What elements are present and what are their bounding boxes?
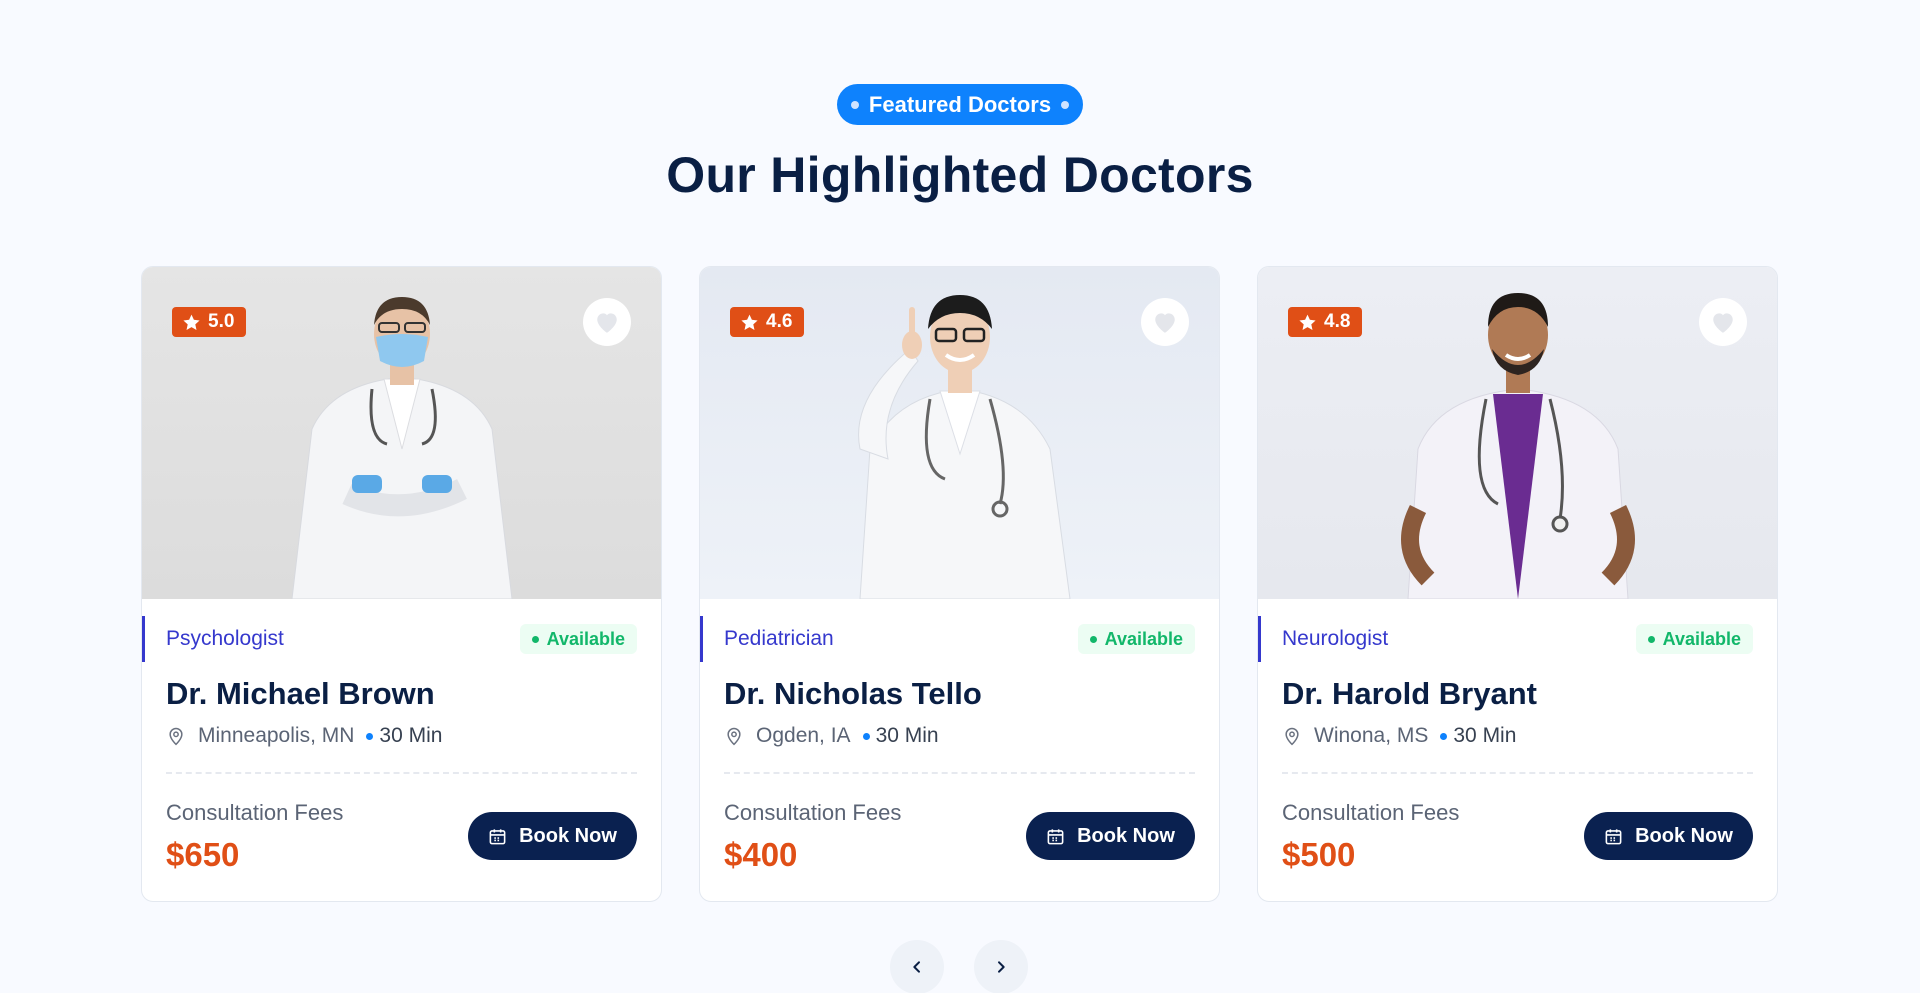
doctor-name[interactable]: Dr. Harold Bryant [1282, 676, 1753, 712]
price-value: $400 [724, 836, 798, 873]
fees-block: Consultation Fees $650 [166, 800, 343, 874]
fees-row: Consultation Fees $500 Book Now [1282, 800, 1753, 874]
price-value: $650 [166, 836, 240, 873]
status-badge: Available [519, 624, 637, 654]
favorite-button[interactable] [583, 298, 631, 346]
status-label: Available [1104, 628, 1183, 649]
card-body: Psychologist Available Dr. Michael Brown… [142, 616, 661, 874]
card-body: Pediatrician Available Dr. Nicholas Tell… [700, 616, 1219, 874]
fees-row: Consultation Fees $400 Book Now [724, 800, 1195, 874]
section-title: Our Highlighted Doctors [666, 147, 1254, 203]
featured-doctors-section: Featured Doctors Our Highlighted Doctors [0, 0, 1920, 993]
meta-separator-dot [1440, 732, 1448, 740]
chevron-right-icon [998, 961, 1005, 973]
rating-value: 4.8 [1324, 311, 1351, 332]
doctor-figure-image [857, 295, 1071, 599]
location-text: Ogden, IA [756, 724, 851, 747]
favorite-button[interactable] [1699, 298, 1747, 346]
status-dot [531, 635, 539, 643]
specialty-row: Neurologist Available [1258, 616, 1753, 662]
meta-separator-dot [366, 732, 374, 740]
status-dot [1089, 635, 1097, 643]
specialty-accent-bar [1258, 616, 1261, 662]
specialty-label: Neurologist [1282, 627, 1389, 650]
status-badge: Available [1635, 624, 1753, 654]
rating-value: 5.0 [208, 311, 235, 332]
map-pin-icon [1285, 727, 1299, 746]
map-pin-icon [169, 727, 183, 746]
doctor-card-list: 5.0 Psychologist Available Dr. Michael B… [141, 266, 1778, 902]
doctor-figure-image [290, 297, 513, 599]
duration-text: 30 Min [875, 724, 939, 747]
doctor-meta: Minneapolis, MN 30 Min [166, 724, 637, 748]
doctor-photo: 5.0 [142, 267, 661, 599]
status-label: Available [546, 628, 625, 649]
specialty-accent-bar [142, 616, 145, 662]
duration-text: 30 Min [379, 724, 443, 747]
status-dot [1647, 635, 1655, 643]
price-value: $500 [1282, 836, 1356, 873]
duration-text: 30 Min [1453, 724, 1517, 747]
rating-badge: 4.6 [730, 307, 805, 337]
calendar-icon [1605, 828, 1622, 844]
rating-badge: 5.0 [172, 307, 247, 337]
doctor-card[interactable]: 5.0 Psychologist Available Dr. Michael B… [141, 266, 662, 902]
badge-dot-right [1061, 100, 1070, 109]
fees-row: Consultation Fees $650 Book Now [166, 800, 637, 874]
doctor-card[interactable]: 4.6 Pediatrician Available Dr. Nicholas … [699, 266, 1220, 902]
specialty-row: Psychologist Available [142, 616, 637, 662]
specialty-label: Psychologist [166, 627, 284, 650]
calendar-icon [1047, 828, 1064, 844]
fees-block: Consultation Fees $500 [1282, 800, 1459, 874]
card-divider [724, 772, 1195, 774]
badge-dot-left [850, 100, 859, 109]
carousel-next-button[interactable] [974, 940, 1028, 993]
card-divider [166, 772, 637, 774]
doctor-photo: 4.6 [700, 267, 1219, 599]
doctor-photo: 4.8 [1258, 267, 1777, 599]
star-icon [183, 314, 200, 330]
doctor-name[interactable]: Dr. Nicholas Tello [724, 676, 1195, 712]
fees-label: Consultation Fees [166, 800, 344, 825]
book-now-button[interactable]: Book Now [1026, 812, 1195, 860]
star-icon [1299, 314, 1316, 330]
book-now-label: Book Now [1077, 824, 1175, 847]
fees-label: Consultation Fees [724, 800, 902, 825]
heart-icon [1155, 313, 1175, 333]
rating-value: 4.6 [766, 311, 793, 332]
status-badge: Available [1077, 624, 1195, 654]
carousel-prev-button[interactable] [890, 940, 944, 993]
card-body: Neurologist Available Dr. Harold Bryant … [1258, 616, 1777, 874]
doctor-card[interactable]: 4.8 Neurologist Available Dr. Harold Bry… [1257, 266, 1778, 902]
book-now-button[interactable]: Book Now [468, 812, 637, 860]
meta-separator-dot [862, 732, 870, 740]
fees-label: Consultation Fees [1282, 800, 1460, 825]
specialty-label: Pediatrician [724, 627, 834, 650]
doctor-meta: Ogden, IA 30 Min [724, 724, 1195, 748]
star-icon [741, 314, 758, 330]
doctor-meta: Winona, MS 30 Min [1282, 724, 1753, 748]
heart-icon [1713, 313, 1733, 333]
book-now-label: Book Now [1635, 824, 1733, 847]
card-divider [1282, 772, 1753, 774]
specialty-accent-bar [700, 616, 703, 662]
status-label: Available [1662, 628, 1741, 649]
chevron-left-icon [913, 961, 920, 973]
rating-badge: 4.8 [1288, 307, 1363, 337]
fees-block: Consultation Fees $400 [724, 800, 901, 874]
favorite-button[interactable] [1141, 298, 1189, 346]
location-text: Minneapolis, MN [198, 724, 355, 747]
doctor-figure-image [1400, 293, 1635, 599]
book-now-button[interactable]: Book Now [1584, 812, 1753, 860]
carousel-nav [890, 940, 1028, 993]
specialty-row: Pediatrician Available [700, 616, 1195, 662]
book-now-label: Book Now [519, 824, 617, 847]
calendar-icon [489, 828, 506, 844]
location-text: Winona, MS [1314, 724, 1429, 747]
badge-label: Featured Doctors [868, 91, 1052, 117]
map-pin-icon [727, 727, 741, 746]
doctor-name[interactable]: Dr. Michael Brown [166, 676, 637, 712]
featured-badge: Featured Doctors [837, 84, 1083, 125]
heart-icon [597, 313, 617, 333]
